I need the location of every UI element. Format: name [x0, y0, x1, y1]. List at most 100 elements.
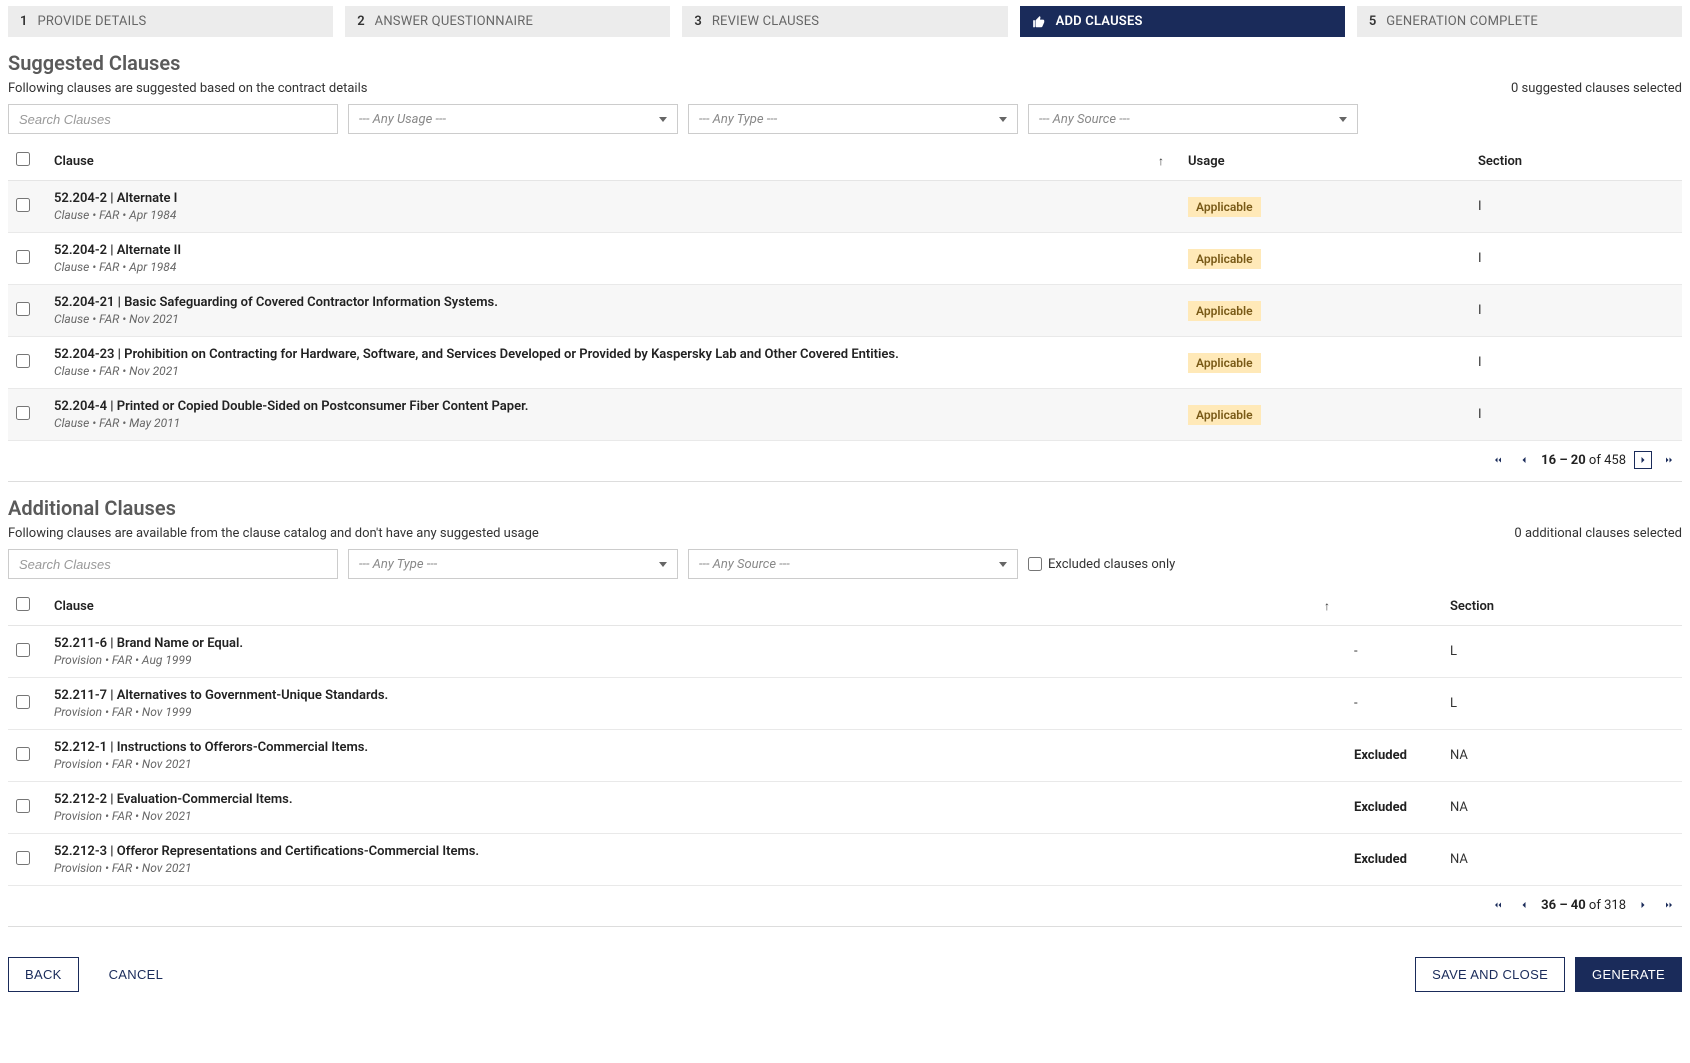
thumbs-up-icon [1032, 15, 1046, 29]
select-placeholder: --- Any Source --- [699, 557, 790, 572]
step-add-clauses[interactable]: ADD CLAUSES [1020, 6, 1345, 37]
usage-value: - [1354, 696, 1358, 711]
generate-button[interactable]: GENERATE [1575, 957, 1682, 992]
clause-meta: Provision • FAR • Nov 1999 [54, 705, 1338, 719]
additional-source-select[interactable]: --- Any Source --- [688, 549, 1018, 579]
step-provide-details[interactable]: 1 PROVIDE DETAILS [8, 6, 333, 37]
page-first-button[interactable] [1489, 451, 1507, 469]
caret-down-icon [659, 117, 667, 122]
clause-meta: Provision • FAR • Nov 2021 [54, 757, 1338, 771]
row-checkbox[interactable] [16, 851, 30, 865]
sort-asc-icon[interactable]: ↑ [1158, 154, 1164, 168]
row-checkbox[interactable] [16, 406, 30, 420]
row-checkbox[interactable] [16, 695, 30, 709]
clause-title: 52.204-23 | Prohibition on Contracting f… [54, 347, 1172, 362]
usage-value: Excluded [1354, 800, 1407, 815]
suggested-source-select[interactable]: --- Any Source --- [1028, 104, 1358, 134]
page-first-button[interactable] [1489, 896, 1507, 914]
clause-meta: Clause • FAR • May 2011 [54, 416, 1172, 430]
page-last-button[interactable] [1660, 896, 1678, 914]
additional-search-input[interactable] [8, 549, 338, 579]
page-prev-button[interactable] [1515, 896, 1533, 914]
suggested-usage-select[interactable]: --- Any Usage --- [348, 104, 678, 134]
row-checkbox[interactable] [16, 302, 30, 316]
section-value: L [1442, 678, 1682, 730]
row-checkbox[interactable] [16, 799, 30, 813]
sort-asc-icon[interactable]: ↑ [1324, 599, 1330, 613]
suggested-title: Suggested Clauses [8, 51, 1682, 75]
row-checkbox[interactable] [16, 354, 30, 368]
table-row: 52.212-1 | Instructions to Offerors-Comm… [8, 730, 1682, 782]
usage-value: Excluded [1354, 852, 1407, 867]
excluded-only-toggle[interactable]: Excluded clauses only [1028, 557, 1175, 572]
clause-title: 52.204-4 | Printed or Copied Double-Side… [54, 399, 1172, 414]
clause-title: 52.212-3 | Offeror Representations and C… [54, 844, 1338, 859]
additional-type-select[interactable]: --- Any Type --- [348, 549, 678, 579]
suggested-search-input[interactable] [8, 104, 338, 134]
section-value: L [1442, 626, 1682, 678]
clause-title: 52.211-7 | Alternatives to Government-Un… [54, 688, 1338, 703]
clause-meta: Clause • FAR • Nov 2021 [54, 364, 1172, 378]
usage-badge: Applicable [1188, 353, 1261, 373]
row-checkbox[interactable] [16, 198, 30, 212]
table-row: 52.212-3 | Offeror Representations and C… [8, 834, 1682, 886]
additional-page-range: 36 – 40 of 318 [1541, 898, 1626, 913]
col-clause-header[interactable]: Clause [46, 142, 1150, 181]
step-generation-complete[interactable]: 5 GENERATION COMPLETE [1357, 6, 1682, 37]
clause-meta: Clause • FAR • Apr 1984 [54, 260, 1172, 274]
suggested-select-all-checkbox[interactable] [16, 152, 30, 166]
col-usage-header[interactable]: Usage [1180, 142, 1470, 181]
page-prev-button[interactable] [1515, 451, 1533, 469]
additional-desc: Following clauses are available from the… [8, 526, 539, 541]
step-label: GENERATION COMPLETE [1386, 14, 1538, 29]
clause-title: 52.212-1 | Instructions to Offerors-Comm… [54, 740, 1338, 755]
step-answer-questionnaire[interactable]: 2 ANSWER QUESTIONNAIRE [345, 6, 670, 37]
row-checkbox[interactable] [16, 643, 30, 657]
col-clause-header[interactable]: Clause [46, 587, 1316, 626]
row-checkbox[interactable] [16, 250, 30, 264]
table-row: 52.211-6 | Brand Name or Equal.Provision… [8, 626, 1682, 678]
clause-title: 52.204-2 | Alternate I [54, 191, 1172, 206]
suggested-page-range: 16 – 20 of 458 [1541, 453, 1626, 468]
clause-title: 52.211-6 | Brand Name or Equal. [54, 636, 1338, 651]
col-section-header[interactable]: Section [1442, 587, 1682, 626]
select-placeholder: --- Any Source --- [1039, 112, 1130, 127]
usage-value: - [1354, 644, 1358, 659]
section-value: I [1470, 389, 1682, 441]
usage-badge: Applicable [1188, 197, 1261, 217]
col-section-header[interactable]: Section [1470, 142, 1682, 181]
save-and-close-button[interactable]: SAVE AND CLOSE [1415, 957, 1565, 992]
usage-badge: Applicable [1188, 249, 1261, 269]
additional-pagination: 36 – 40 of 318 [8, 886, 1682, 927]
caret-down-icon [999, 117, 1007, 122]
row-checkbox[interactable] [16, 747, 30, 761]
clause-meta: Clause • FAR • Apr 1984 [54, 208, 1172, 222]
cancel-button[interactable]: CANCEL [93, 958, 180, 991]
table-row: 52.204-21 | Basic Safeguarding of Covere… [8, 285, 1682, 337]
clause-title: 52.204-2 | Alternate II [54, 243, 1172, 258]
select-placeholder: --- Any Type --- [699, 112, 777, 127]
section-value: I [1470, 233, 1682, 285]
table-row: 52.204-4 | Printed or Copied Double-Side… [8, 389, 1682, 441]
additional-table: Clause ↑ Section 52.211-6 | Brand Name o… [8, 587, 1682, 886]
clause-meta: Provision • FAR • Nov 2021 [54, 809, 1338, 823]
suggested-desc: Following clauses are suggested based on… [8, 81, 367, 96]
excluded-only-checkbox[interactable] [1028, 557, 1042, 571]
suggested-filter-row: --- Any Usage --- --- Any Type --- --- A… [8, 104, 1682, 134]
step-review-clauses[interactable]: 3 REVIEW CLAUSES [682, 6, 1007, 37]
back-button[interactable]: BACK [8, 957, 79, 992]
suggested-pagination: 16 – 20 of 458 [8, 441, 1682, 482]
additional-title: Additional Clauses [8, 496, 1682, 520]
section-value: I [1470, 285, 1682, 337]
additional-select-all-checkbox[interactable] [16, 597, 30, 611]
step-number: 3 [694, 14, 701, 29]
page-next-button[interactable] [1634, 451, 1652, 469]
page-next-button[interactable] [1634, 896, 1652, 914]
clause-meta: Provision • FAR • Nov 2021 [54, 861, 1338, 875]
step-label: ANSWER QUESTIONNAIRE [375, 14, 533, 29]
suggested-selected-count: 0 suggested clauses selected [1511, 81, 1682, 96]
suggested-type-select[interactable]: --- Any Type --- [688, 104, 1018, 134]
table-row: 52.204-23 | Prohibition on Contracting f… [8, 337, 1682, 389]
usage-badge: Applicable [1188, 405, 1261, 425]
page-last-button[interactable] [1660, 451, 1678, 469]
